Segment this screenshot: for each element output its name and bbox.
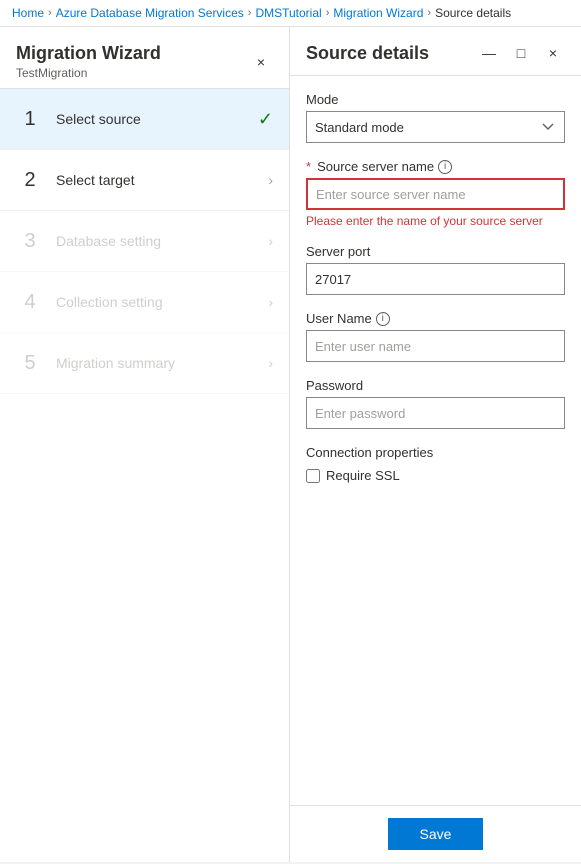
source-server-name-input[interactable] <box>306 178 565 210</box>
server-port-label: Server port <box>306 244 565 259</box>
breadcrumb-sep-2: › <box>248 7 252 19</box>
step-number-5: 5 <box>16 349 44 377</box>
step-label-select-target: Select target <box>56 172 268 188</box>
source-server-name-info-icon[interactable]: i <box>438 160 452 174</box>
mode-label: Mode <box>306 92 565 107</box>
wizard-panel: Migration Wizard TestMigration × 1 Selec… <box>0 27 290 862</box>
password-field-group: Password <box>306 378 565 429</box>
step-label-migration-summary: Migration summary <box>56 355 268 371</box>
wizard-title: Migration Wizard <box>16 43 161 64</box>
step-item-collection-setting: 4 Collection setting › <box>0 272 289 333</box>
breadcrumb-dmstutorial[interactable]: DMSTutorial <box>255 6 321 20</box>
minimize-button[interactable]: — <box>477 41 501 65</box>
server-port-field-group: Server port <box>306 244 565 295</box>
details-title: Source details <box>306 43 429 64</box>
restore-button[interactable]: □ <box>509 41 533 65</box>
details-body: Mode Standard mode Offline mode Online m… <box>290 76 581 805</box>
step-item-database-setting: 3 Database setting › <box>0 211 289 272</box>
step-label-database-setting: Database setting <box>56 233 268 249</box>
breadcrumb-migration-wizard[interactable]: Migration Wizard <box>333 6 423 20</box>
step-label-collection-setting: Collection setting <box>56 294 268 310</box>
require-ssl-checkbox[interactable] <box>306 469 320 483</box>
step-arrow-3: › <box>268 233 273 249</box>
password-label: Password <box>306 378 565 393</box>
step-check-icon-1: ✓ <box>258 109 273 130</box>
source-server-name-field-group: * Source server name i Please enter the … <box>306 159 565 228</box>
step-arrow-5: › <box>268 355 273 371</box>
wizard-header: Migration Wizard TestMigration × <box>0 27 289 89</box>
details-close-button[interactable]: × <box>541 41 565 65</box>
step-item-migration-summary: 5 Migration summary › <box>0 333 289 394</box>
breadcrumb-home[interactable]: Home <box>12 6 44 20</box>
details-footer: Save <box>290 805 581 862</box>
wizard-subtitle: TestMigration <box>16 66 161 80</box>
breadcrumb: Home › Azure Database Migration Services… <box>0 0 581 27</box>
breadcrumb-dms[interactable]: Azure Database Migration Services <box>56 6 244 20</box>
breadcrumb-sep-4: › <box>427 7 431 19</box>
mode-field-group: Mode Standard mode Offline mode Online m… <box>306 92 565 143</box>
user-name-input[interactable] <box>306 330 565 362</box>
wizard-steps: 1 Select source ✓ 2 Select target › 3 Da… <box>0 89 289 862</box>
save-button[interactable]: Save <box>388 818 484 850</box>
details-header: Source details — □ × <box>290 27 581 76</box>
step-label-select-source: Select source <box>56 111 258 127</box>
step-item-select-target[interactable]: 2 Select target › <box>0 150 289 211</box>
require-ssl-label: Require SSL <box>326 468 400 483</box>
connection-properties-group: Connection properties Require SSL <box>306 445 565 483</box>
wizard-close-button[interactable]: × <box>249 50 273 74</box>
required-indicator: * <box>306 159 311 174</box>
source-server-name-label-text: Source server name <box>317 159 434 174</box>
step-number-2: 2 <box>16 166 44 194</box>
step-number-3: 3 <box>16 227 44 255</box>
require-ssl-row: Require SSL <box>306 468 565 483</box>
breadcrumb-current: Source details <box>435 6 511 20</box>
mode-select[interactable]: Standard mode Offline mode Online mode <box>306 111 565 143</box>
main-container: Migration Wizard TestMigration × 1 Selec… <box>0 27 581 862</box>
password-input[interactable] <box>306 397 565 429</box>
connection-properties-label: Connection properties <box>306 445 565 460</box>
user-name-label-text: User Name <box>306 311 372 326</box>
step-number-1: 1 <box>16 105 44 133</box>
step-number-4: 4 <box>16 288 44 316</box>
breadcrumb-sep-3: › <box>326 7 330 19</box>
user-name-field-group: User Name i <box>306 311 565 362</box>
step-arrow-2: › <box>268 172 273 188</box>
server-port-input[interactable] <box>306 263 565 295</box>
source-server-name-error-message: Please enter the name of your source ser… <box>306 214 565 228</box>
details-header-icons: — □ × <box>477 41 565 65</box>
step-arrow-4: › <box>268 294 273 310</box>
user-name-label: User Name i <box>306 311 565 326</box>
breadcrumb-sep-1: › <box>48 7 52 19</box>
details-panel: Source details — □ × Mode Standard mode … <box>290 27 581 862</box>
source-server-name-label: * Source server name i <box>306 159 565 174</box>
step-item-select-source[interactable]: 1 Select source ✓ <box>0 89 289 150</box>
user-name-info-icon[interactable]: i <box>376 312 390 326</box>
